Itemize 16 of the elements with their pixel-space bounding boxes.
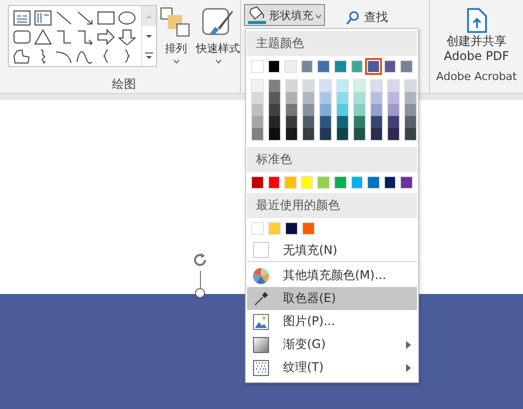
find-button[interactable]: 查找 <box>338 4 396 31</box>
menu-item[interactable]: 纹理(T) <box>247 356 417 379</box>
create-pdf-button[interactable]: 创建并共享 Adobe PDF <box>440 8 514 64</box>
arrange-button[interactable]: 排列 <box>159 5 193 74</box>
quick-styles-button[interactable]: 快速样式 <box>195 5 241 74</box>
section-header: 主题颜色 <box>256 36 304 50</box>
group-label: Adobe Acrobat <box>436 70 517 83</box>
menu-item[interactable]: 取色器(E) <box>247 287 417 310</box>
menu-item[interactable]: 图片(P)... <box>247 310 417 333</box>
section-header: 标准色 <box>256 152 292 166</box>
group-label: 绘图 <box>112 77 136 91</box>
shape-fill-button[interactable]: 形状填充 <box>244 4 325 26</box>
menu-item[interactable]: 其他填充颜色(M)... <box>247 264 417 287</box>
menu-item[interactable]: 渐变(G) <box>247 333 417 356</box>
section-header: 最近使用的颜色 <box>256 198 340 212</box>
menu-item[interactable]: 无填充(N) <box>247 239 417 262</box>
